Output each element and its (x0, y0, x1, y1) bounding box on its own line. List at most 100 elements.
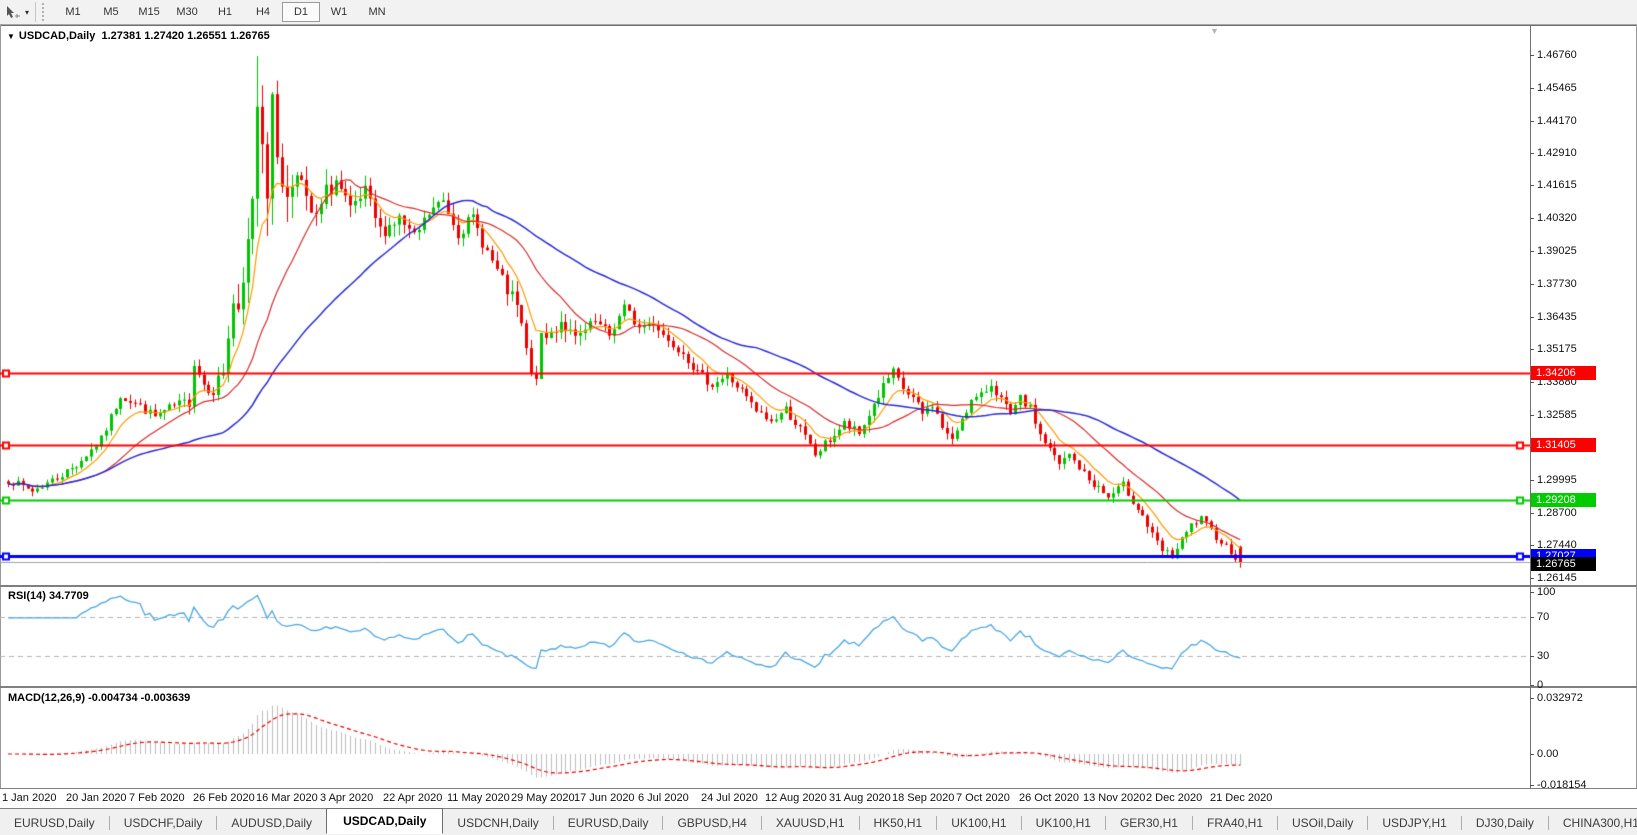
price-axis-label: 1.35175 (1537, 343, 1632, 355)
macd-axis-label: 0.032972 (1537, 692, 1632, 704)
chart-tab-eurusd-daily[interactable]: EURUSD,Daily (0, 812, 109, 834)
date-axis-label: 26 Oct 2020 (1019, 792, 1079, 804)
rsi-axis-label: 30 (1537, 650, 1632, 662)
price-axis-tick (1530, 88, 1534, 89)
toolbar-grip[interactable] (42, 3, 48, 21)
cursor-tool-button[interactable]: ▾ (0, 0, 33, 24)
date-axis-label: 7 Oct 2020 (956, 792, 1010, 804)
price-axis-label: 1.42910 (1537, 147, 1632, 159)
timeframe-button-d1[interactable]: D1 (282, 2, 320, 22)
chart-title-arrow-icon: ▼ (7, 32, 15, 41)
rsi-panel-label: RSI(14) 34.7709 (8, 590, 89, 602)
price-axis-label: 1.40320 (1537, 212, 1632, 224)
chart-tab-bar: EURUSD,DailyUSDCHF,DailyAUDUSD,DailyUSDC… (0, 808, 1637, 835)
macd-axis-tick (1530, 785, 1534, 786)
timeframe-button-mn[interactable]: MN (358, 2, 396, 22)
crosshair-cursor-icon (4, 4, 22, 20)
timeframe-button-m1[interactable]: M1 (54, 2, 92, 22)
date-axis-label: 31 Aug 2020 (829, 792, 891, 804)
price-chart-canvas[interactable] (0, 25, 1530, 585)
price-axis-label: 1.26145 (1537, 572, 1632, 584)
timeframe-button-m30[interactable]: M30 (168, 2, 206, 22)
price-axis-label: 1.37730 (1537, 278, 1632, 290)
price-axis-label: 1.46760 (1537, 49, 1632, 61)
timeframe-toolbar: ▾ M1M5M15M30H1H4D1W1MN (0, 0, 1637, 25)
panel-splitter-rsi[interactable] (0, 585, 1637, 587)
toolbar-separator (35, 2, 36, 22)
ohlc-close: 1.26765 (230, 30, 270, 42)
date-axis-label: 13 Nov 2020 (1083, 792, 1145, 804)
price-axis-tick (1530, 218, 1534, 219)
hline-price-badge: 1.31405 (1531, 438, 1596, 452)
price-axis-tick (1530, 382, 1534, 383)
timeframe-button-h1[interactable]: H1 (206, 2, 244, 22)
date-axis-label: 17 Jun 2020 (574, 792, 635, 804)
rsi-indicator-canvas[interactable] (0, 587, 1530, 686)
price-axis-tick (1530, 317, 1534, 318)
price-axis-label: 1.39025 (1537, 245, 1632, 257)
chart-tab-usdjpy-h1[interactable]: USDJPY,H1 (1368, 812, 1460, 834)
chart-tab-ger30-h1[interactable]: GER30,H1 (1106, 812, 1192, 834)
date-axis-label: 3 Apr 2020 (320, 792, 373, 804)
price-axis-tick (1530, 251, 1534, 252)
date-axis-label: 22 Apr 2020 (383, 792, 442, 804)
date-axis-label: 1 Jan 2020 (2, 792, 56, 804)
price-axis-tick (1530, 349, 1534, 350)
hline-price-badge: 1.29208 (1531, 493, 1596, 507)
chart-tab-dj30-daily[interactable]: DJ30,Daily (1462, 812, 1548, 834)
price-axis-tick (1530, 55, 1534, 56)
panel-splitter-macd[interactable] (0, 686, 1637, 688)
date-axis-label: 6 Jul 2020 (638, 792, 689, 804)
chevron-down-icon: ▾ (25, 8, 29, 17)
date-axis-label: 21 Dec 2020 (1210, 792, 1272, 804)
chart-tab-usdcad-daily[interactable]: USDCAD,Daily (326, 808, 443, 834)
timeframe-button-m5[interactable]: M5 (92, 2, 130, 22)
chart-tab-fra40-h1[interactable]: FRA40,H1 (1193, 812, 1277, 834)
price-axis-label: 1.45465 (1537, 82, 1632, 94)
price-axis-tick (1530, 578, 1534, 579)
price-axis-tick (1530, 513, 1534, 514)
chart-tab-usdcnh-daily[interactable]: USDCNH,Daily (443, 812, 552, 834)
chart-tab-gbpusd-h4[interactable]: GBPUSD,H4 (663, 812, 760, 834)
macd-axis-label: 0.00 (1537, 748, 1632, 760)
timeframe-button-m15[interactable]: M15 (130, 2, 168, 22)
date-axis-label: 18 Sep 2020 (892, 792, 954, 804)
price-axis-tick (1530, 185, 1534, 186)
price-axis-label: 1.36435 (1537, 311, 1632, 323)
price-axis-label: 1.29995 (1537, 474, 1632, 486)
date-axis-label: 7 Feb 2020 (129, 792, 185, 804)
timeframe-button-h4[interactable]: H4 (244, 2, 282, 22)
rsi-axis-label: 70 (1537, 611, 1632, 623)
rsi-axis-tick (1530, 656, 1534, 657)
price-axis-tick (1530, 153, 1534, 154)
ohlc-low: 1.26551 (187, 30, 227, 42)
date-axis-label: 26 Feb 2020 (193, 792, 255, 804)
date-axis-label: 16 Mar 2020 (256, 792, 318, 804)
chart-symbol-label: USDCAD,Daily (19, 30, 95, 42)
price-axis-tick (1530, 545, 1534, 546)
date-axis-label: 20 Jan 2020 (66, 792, 127, 804)
chart-tab-usdchf-daily[interactable]: USDCHF,Daily (110, 812, 217, 834)
price-axis-label: 1.44170 (1537, 115, 1632, 127)
chart-tab-uk100-h1[interactable]: UK100,H1 (1022, 812, 1105, 834)
date-axis-label: 24 Jul 2020 (701, 792, 758, 804)
chart-tab-xauusd-h1[interactable]: XAUUSD,H1 (762, 812, 859, 834)
macd-indicator-canvas[interactable] (0, 688, 1530, 788)
chart-tab-uk100-h1[interactable]: UK100,H1 (937, 812, 1020, 834)
timeframe-button-w1[interactable]: W1 (320, 2, 358, 22)
chart-tab-china300-h1[interactable]: CHINA300,H1 (1549, 812, 1637, 834)
chart-tab-usoil-daily[interactable]: USOil,Daily (1278, 812, 1367, 834)
chart-tab-audusd-daily[interactable]: AUDUSD,Daily (217, 812, 326, 834)
chart-tab-eurusd-daily[interactable]: EURUSD,Daily (554, 812, 663, 834)
chart-tab-hk50-h1[interactable]: HK50,H1 (860, 812, 937, 834)
chart-title: ▼USDCAD,Daily 1.27381 1.27420 1.26551 1.… (7, 30, 270, 42)
ohlc-high: 1.27420 (144, 30, 184, 42)
macd-axis-tick (1530, 698, 1534, 699)
date-axis[interactable]: 1 Jan 2020 20 Jan 20207 Feb 2020 26 Feb 20… (0, 789, 1637, 807)
trading-terminal: ▾ M1M5M15M30H1H4D1W1MN ▼ ▼USDCAD,Daily 1… (0, 0, 1637, 835)
price-axis-tick (1530, 415, 1534, 416)
date-axis-label: 12 Aug 2020 (765, 792, 827, 804)
rsi-axis-tick (1530, 685, 1534, 686)
price-axis-label: 1.32585 (1537, 409, 1632, 421)
rsi-axis-label: 100 (1537, 586, 1632, 598)
